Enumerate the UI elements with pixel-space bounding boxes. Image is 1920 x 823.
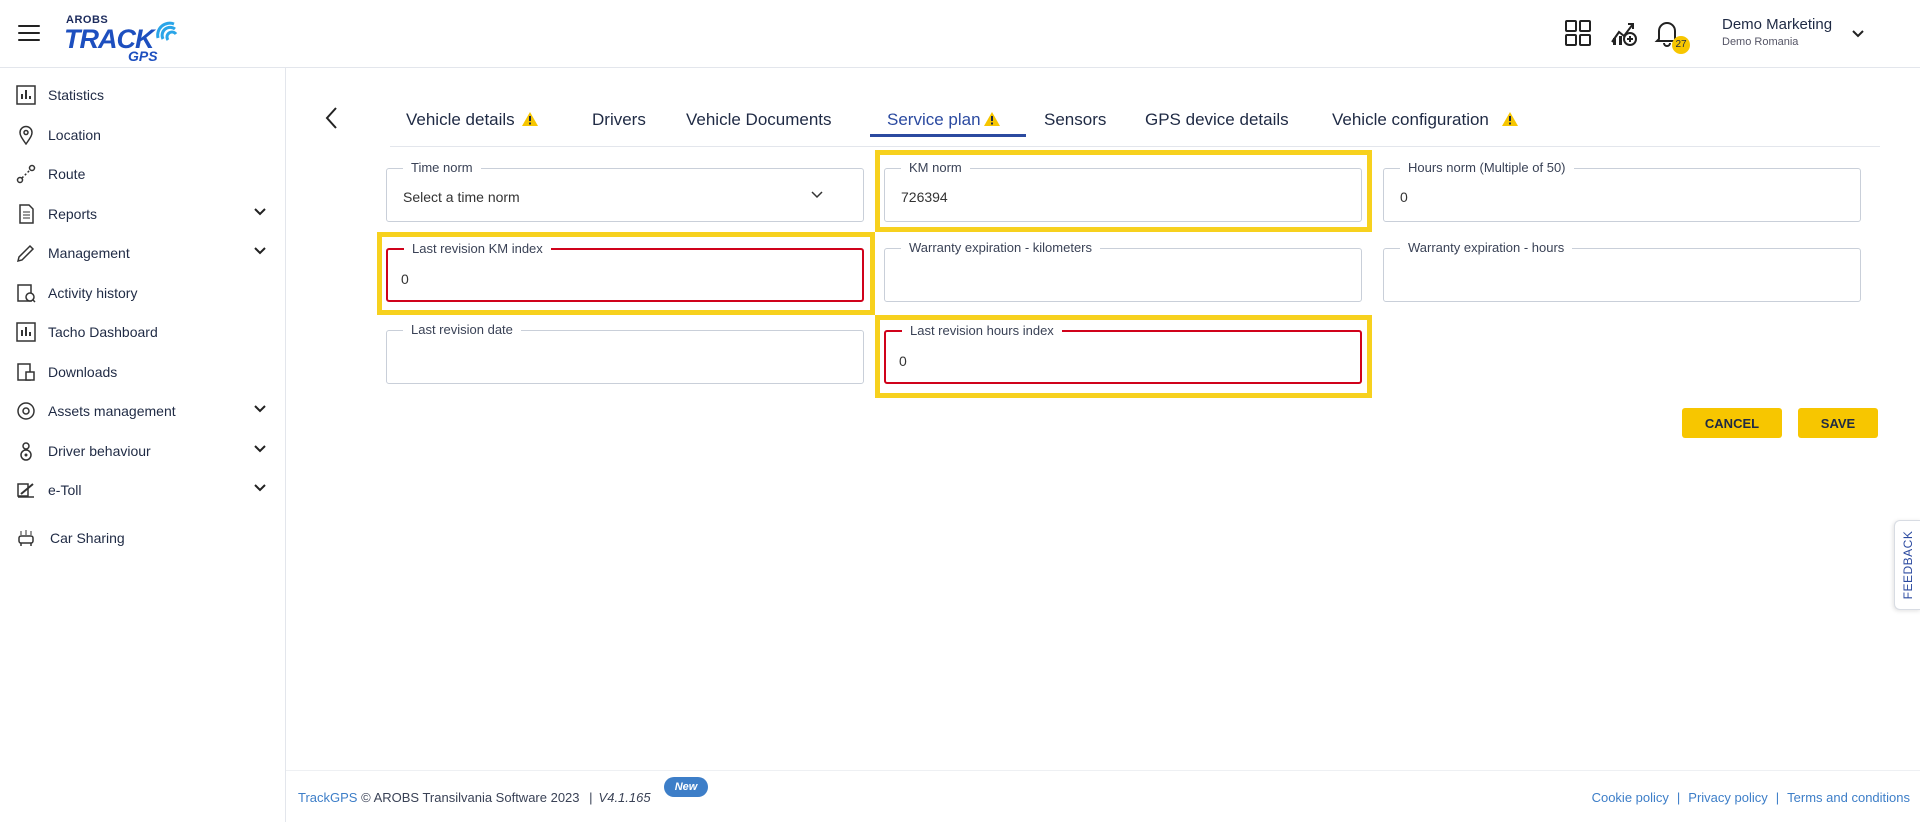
tab-vehicle-configuration[interactable]: Vehicle configuration <box>1332 110 1519 130</box>
bar-chart-icon <box>16 85 36 105</box>
last-revision-km-index-input[interactable]: Last revision KM index 0 <box>386 241 864 302</box>
save-button[interactable]: SAVE <box>1798 408 1878 438</box>
driver-icon <box>20 442 32 461</box>
assets-icon <box>17 402 35 420</box>
add-chart-icon[interactable] <box>1609 18 1639 48</box>
sidebar: Statistics Location Route Reports Manage… <box>0 68 286 822</box>
footer-links: Cookie policy | Privacy policy | Terms and c… <box>1591 790 1910 805</box>
sidebar-item-e-toll[interactable]: e-Toll <box>16 475 270 505</box>
user-name: Demo Marketing <box>1722 16 1833 33</box>
download-icon <box>17 363 35 381</box>
sidebar-item-car-sharing[interactable]: Car Sharing <box>16 523 270 553</box>
cancel-button[interactable]: CANCEL <box>1682 408 1782 438</box>
notification-count-badge: 27 <box>1672 36 1690 54</box>
warning-icon <box>1501 112 1518 126</box>
chevron-down-icon[interactable] <box>254 484 266 492</box>
sidebar-item-route[interactable]: Route <box>16 159 270 189</box>
sidebar-item-activity-history[interactable]: Activity history <box>16 278 270 308</box>
warranty-expiration-hours-input[interactable]: Warranty expiration - hours <box>1383 240 1861 302</box>
car-sharing-icon <box>18 530 34 546</box>
warning-icon <box>521 112 538 126</box>
chevron-down-icon[interactable] <box>254 405 266 413</box>
pencil-icon <box>16 244 35 263</box>
chevron-down-icon[interactable] <box>254 445 266 453</box>
cookie-policy-link[interactable]: Cookie policy <box>1592 790 1669 805</box>
chevron-down-icon[interactable] <box>811 191 823 199</box>
tab-sensors[interactable]: Sensors <box>1044 110 1106 130</box>
etoll-icon <box>17 483 34 498</box>
km-norm-input[interactable]: KM norm 726394 <box>884 160 1362 222</box>
back-arrow-icon[interactable] <box>322 104 342 132</box>
sidebar-item-driver-behaviour[interactable]: Driver behaviour <box>16 436 270 466</box>
history-icon <box>17 284 36 303</box>
warning-icon <box>983 112 1000 126</box>
feedback-tab[interactable]: FEEDBACK <box>1894 520 1920 610</box>
trackgps-logo[interactable]: AROBS TRACK GPS <box>64 14 184 64</box>
map-pin-icon <box>19 125 33 145</box>
tacho-icon <box>16 322 36 342</box>
time-norm-select[interactable]: Time norm Select a time norm <box>386 160 864 222</box>
privacy-policy-link[interactable]: Privacy policy <box>1688 790 1767 805</box>
sidebar-item-statistics[interactable]: Statistics <box>16 80 270 110</box>
terms-and-conditions-link[interactable]: Terms and conditions <box>1787 790 1910 805</box>
version-label: V4.1.165 <box>598 790 651 805</box>
sidebar-item-tacho-dashboard[interactable]: Tacho Dashboard <box>16 317 270 347</box>
new-badge: New <box>664 777 708 797</box>
route-icon <box>16 164 36 184</box>
tab-service-plan[interactable]: Service plan <box>887 110 1001 130</box>
sidebar-item-reports[interactable]: Reports <box>16 199 270 229</box>
user-menu[interactable]: Demo Marketing Demo Romania <box>1722 16 1832 48</box>
tab-bar: Vehicle details Drivers Vehicle Document… <box>390 96 1880 147</box>
tab-gps-device-details[interactable]: GPS device details <box>1145 110 1289 130</box>
footer: TrackGPS © AROBS Transilvania Software 2… <box>286 770 1920 823</box>
user-organization: Demo Romania <box>1722 36 1799 48</box>
hours-norm-input[interactable]: Hours norm (Multiple of 50) 0 <box>1383 160 1861 222</box>
chevron-down-icon[interactable] <box>254 247 266 255</box>
sidebar-item-downloads[interactable]: Downloads <box>16 357 270 387</box>
sidebar-item-location[interactable]: Location <box>16 120 270 150</box>
tab-vehicle-documents[interactable]: Vehicle Documents <box>686 110 832 130</box>
sidebar-item-management[interactable]: Management <box>16 238 270 268</box>
tab-vehicle-details[interactable]: Vehicle details <box>406 110 539 130</box>
active-tab-indicator <box>870 134 1026 137</box>
chevron-down-icon[interactable] <box>1852 30 1864 38</box>
signal-waves-icon <box>156 21 178 41</box>
tab-drivers[interactable]: Drivers <box>592 110 646 130</box>
apps-grid-icon[interactable] <box>1563 18 1593 48</box>
sidebar-item-assets-management[interactable]: Assets management <box>16 396 270 426</box>
last-revision-date-input[interactable]: Last revision date <box>386 322 864 384</box>
footer-copyright: TrackGPS © AROBS Transilvania Software 2… <box>298 790 651 805</box>
document-icon <box>19 204 34 224</box>
chevron-down-icon[interactable] <box>254 208 266 216</box>
warranty-expiration-km-input[interactable]: Warranty expiration - kilometers <box>884 240 1362 302</box>
last-revision-hours-index-input[interactable]: Last revision hours index 0 <box>884 323 1362 384</box>
footer-brand-link[interactable]: TrackGPS <box>298 790 357 805</box>
menu-hamburger-icon[interactable] <box>18 25 40 41</box>
top-header: AROBS TRACK GPS 27 Demo Marketing Demo R… <box>0 0 1920 68</box>
